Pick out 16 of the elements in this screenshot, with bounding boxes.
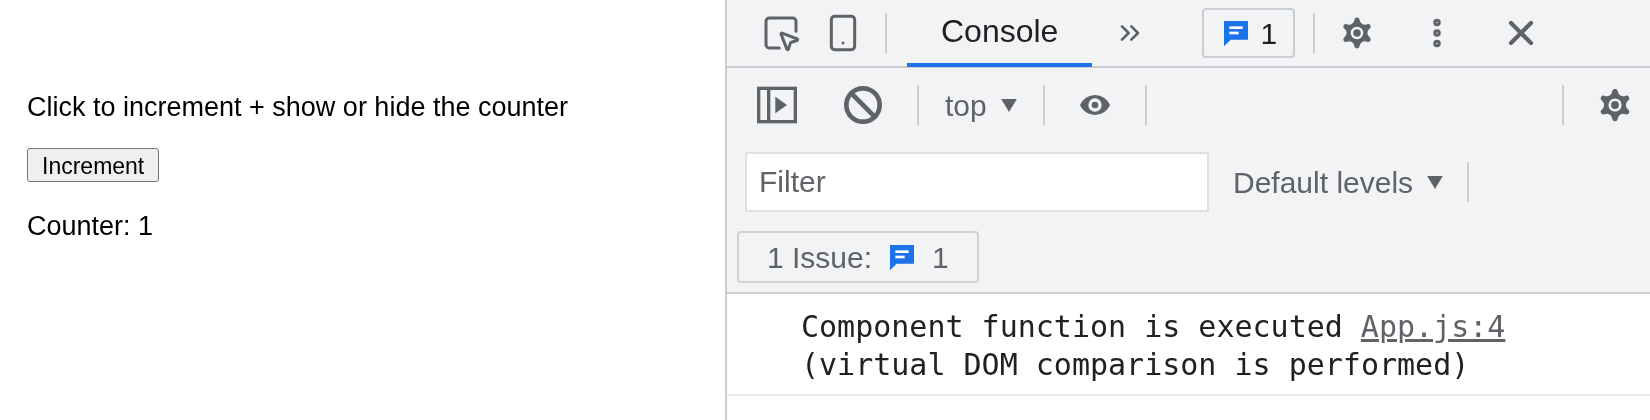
caret-icon <box>1000 98 1017 112</box>
issues-badge[interactable]: 1 <box>1202 8 1296 58</box>
description-text: Click to increment + show or hide the counter <box>27 91 569 124</box>
context-selector[interactable]: top <box>945 82 1017 128</box>
caret-icon <box>1427 175 1444 189</box>
source-link[interactable]: App.js:4 <box>1360 308 1506 346</box>
console-message: Component function is executed <box>801 308 1343 346</box>
clear-icon[interactable] <box>843 85 883 125</box>
console-tab[interactable]: Console <box>907 0 1093 67</box>
counter-text: Counter: 1 <box>27 210 155 243</box>
sidebar-toggle-icon[interactable] <box>755 85 799 125</box>
console-message: (virtual DOM comparison is performed) <box>801 346 1470 384</box>
filter-field[interactable]: Filter <box>745 152 1209 212</box>
increment-button[interactable]: Increment <box>27 148 160 182</box>
levels-dropdown[interactable]: Default levels <box>1233 159 1444 205</box>
issues-button[interactable]: 1 Issue: 1 <box>737 231 979 283</box>
